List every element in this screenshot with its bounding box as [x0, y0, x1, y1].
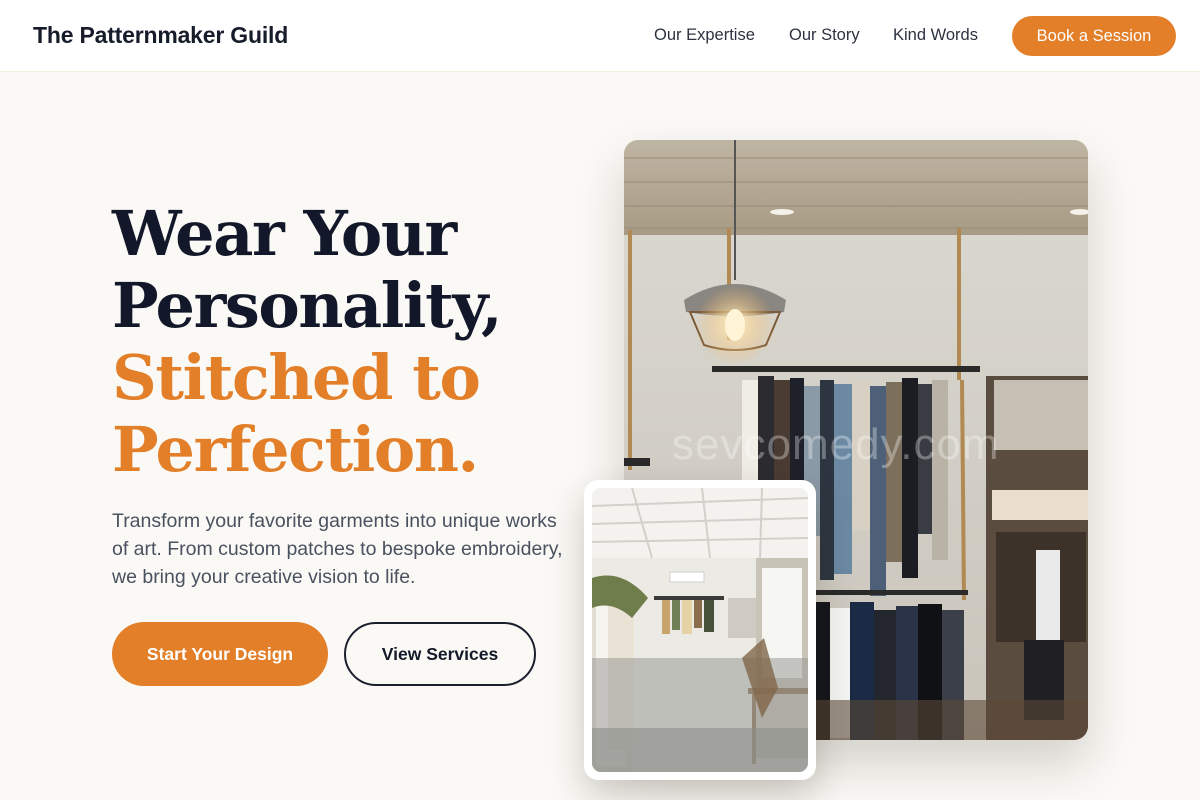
- headline-line-1: Wear Your: [112, 197, 457, 270]
- studio-interior-image: [592, 488, 808, 772]
- nav-our-expertise[interactable]: Our Expertise: [654, 26, 755, 45]
- image-watermark: sevcomedy.com: [672, 420, 1000, 469]
- brand-logo[interactable]: The Patternmaker Guild: [33, 22, 288, 49]
- nav-our-story[interactable]: Our Story: [789, 26, 860, 45]
- headline-accent-line-1: Stitched to: [112, 341, 481, 414]
- hero-headline: Wear Your Personality, Stitched to Perfe…: [112, 198, 582, 486]
- nav-kind-words[interactable]: Kind Words: [893, 26, 978, 45]
- inset-image-card: [584, 480, 816, 780]
- start-design-button[interactable]: Start Your Design: [112, 622, 328, 686]
- hero-description: Transform your favorite garments into un…: [112, 510, 563, 588]
- site-header: The Patternmaker Guild Our Expertise Our…: [0, 0, 1200, 72]
- book-session-button[interactable]: Book a Session: [1012, 16, 1176, 56]
- headline-accent-line-2: Perfection.: [112, 413, 479, 486]
- view-services-button[interactable]: View Services: [344, 622, 536, 686]
- headline-line-2: Personality,: [112, 269, 503, 342]
